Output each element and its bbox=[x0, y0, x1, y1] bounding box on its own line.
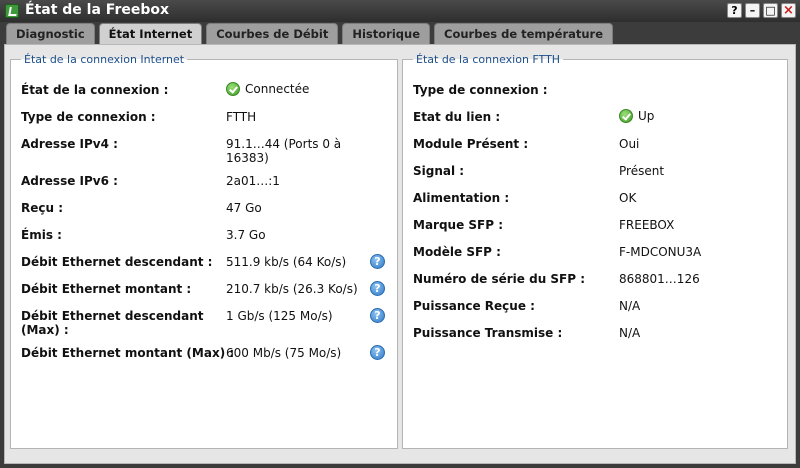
close-button[interactable]: × bbox=[781, 3, 796, 18]
eth-up-max-help-icon[interactable]: ? bbox=[370, 345, 385, 360]
eth-down-max-label-line2: (Max) : bbox=[21, 323, 69, 337]
tab-courbes-temperature[interactable]: Courbes de température bbox=[434, 23, 614, 44]
rx-power-label: Puissance Reçue : bbox=[413, 299, 535, 313]
power-supply-value: OK bbox=[619, 191, 637, 205]
link-state-label: Etat du lien : bbox=[413, 110, 501, 124]
tx-power-value: N/A bbox=[619, 326, 641, 340]
tx-power-label: Puissance Transmise : bbox=[413, 326, 563, 340]
sfp-serial-label: Numéro de série du SFP : bbox=[413, 272, 586, 286]
sent-value: 3.7 Go bbox=[226, 228, 266, 242]
ipv4-label: Adresse IPv4 : bbox=[21, 137, 118, 151]
minimize-button[interactable]: – bbox=[745, 3, 760, 18]
tab-diagnostic[interactable]: Diagnostic bbox=[6, 23, 95, 44]
eth-down-max-label: Débit Ethernet descendant bbox=[21, 309, 204, 323]
sfp-model-label: Modèle SFP : bbox=[413, 245, 501, 259]
eth-up-label: Débit Ethernet montant : bbox=[21, 282, 192, 296]
ipv6-label: Adresse IPv6 : bbox=[21, 174, 118, 188]
module-present-value: Oui bbox=[619, 137, 640, 151]
maximize-button[interactable]: □ bbox=[763, 3, 778, 18]
sfp-serial-value: 868801…126 bbox=[619, 272, 700, 286]
received-label: Reçu : bbox=[21, 201, 64, 215]
tab-historique[interactable]: Historique bbox=[342, 23, 431, 44]
freebox-status-window: État de la Freebox ? – □ × Diagnostic Ét… bbox=[0, 0, 800, 468]
eth-down-help-icon[interactable]: ? bbox=[370, 254, 385, 269]
check-ok-icon bbox=[619, 109, 633, 123]
ftth-connection-panel: État de la connexion FTTH Type de connex… bbox=[402, 53, 788, 449]
check-ok-icon bbox=[226, 82, 240, 96]
connection-type-value: FTTH bbox=[226, 110, 257, 124]
tab-content: État de la connexion Internet État de la… bbox=[4, 44, 796, 464]
tab-courbes-debit[interactable]: Courbes de Débit bbox=[206, 23, 339, 44]
window-controls: ? – □ × bbox=[727, 3, 796, 18]
window-title: État de la Freebox bbox=[25, 2, 170, 18]
received-value: 47 Go bbox=[226, 201, 262, 215]
internet-connection-panel: État de la connexion Internet État de la… bbox=[10, 53, 398, 449]
ftth-panel-legend: État de la connexion FTTH bbox=[416, 53, 561, 66]
connection-type-label: Type de connexion : bbox=[21, 110, 156, 124]
ipv4-value: 91.1…44 (Ports 0 à bbox=[226, 137, 342, 151]
tab-etat-internet[interactable]: État Internet bbox=[98, 23, 203, 44]
connection-state-value: Connectée bbox=[226, 82, 309, 97]
ftth-type-label: Type de connexion : bbox=[413, 83, 548, 97]
connection-state-text: Connectée bbox=[245, 82, 310, 96]
eth-up-max-value: 600 Mb/s (75 Mo/s) bbox=[226, 346, 342, 360]
title-bar[interactable]: État de la Freebox ? – □ × bbox=[0, 0, 800, 22]
tab-bar: Diagnostic État Internet Courbes de Débi… bbox=[6, 23, 614, 44]
eth-up-max-label: Débit Ethernet montant (Max) : bbox=[21, 346, 235, 360]
eth-up-value: 210.7 kb/s (26.3 Ko/s) bbox=[226, 282, 358, 296]
sfp-brand-label: Marque SFP : bbox=[413, 218, 504, 232]
signal-label: Signal : bbox=[413, 164, 465, 178]
eth-down-label: Débit Ethernet descendant : bbox=[21, 255, 213, 269]
eth-down-max-help-icon[interactable]: ? bbox=[370, 308, 385, 323]
sfp-model-value: F-MDCONU3A bbox=[619, 245, 702, 259]
eth-down-value: 511.9 kb/s (64 Ko/s) bbox=[226, 255, 347, 269]
sfp-brand-value: FREEBOX bbox=[619, 218, 675, 232]
signal-value: Présent bbox=[619, 164, 665, 178]
internet-panel-legend: État de la connexion Internet bbox=[24, 53, 185, 66]
eth-down-max-value: 1 Gb/s (125 Mo/s) bbox=[226, 309, 333, 323]
module-present-label: Module Présent : bbox=[413, 137, 529, 151]
ipv6-value: 2a01…:1 bbox=[226, 174, 280, 188]
freebox-app-icon bbox=[5, 4, 19, 18]
sent-label: Émis : bbox=[21, 228, 62, 242]
link-state-value: Up bbox=[619, 109, 654, 124]
ipv4-value-line2: 16383) bbox=[226, 151, 269, 165]
power-supply-label: Alimentation : bbox=[413, 191, 510, 205]
connection-state-label: État de la connexion : bbox=[21, 83, 169, 97]
help-button[interactable]: ? bbox=[727, 3, 742, 18]
rx-power-value: N/A bbox=[619, 299, 641, 313]
link-state-text: Up bbox=[638, 109, 655, 123]
eth-up-help-icon[interactable]: ? bbox=[370, 281, 385, 296]
